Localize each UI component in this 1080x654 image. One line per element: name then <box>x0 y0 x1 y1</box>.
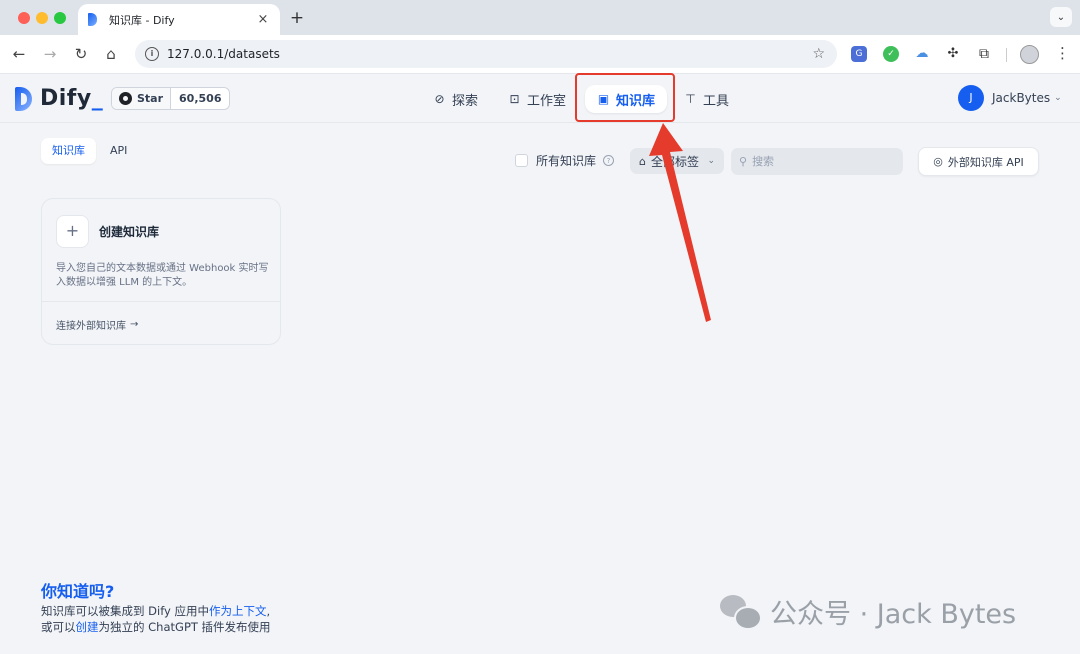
card-divider <box>42 301 280 302</box>
tips-line1-prefix: 知识库可以被集成到 Dify 应用中 <box>41 604 210 618</box>
all-knowledge-filter[interactable]: 所有知识库 ? <box>515 152 615 169</box>
reload-button[interactable]: ↻ <box>71 44 91 64</box>
github-icon <box>119 92 132 105</box>
github-star-label: Star <box>137 92 164 105</box>
forward-button[interactable]: → <box>40 44 60 64</box>
dify-logo-mark-icon <box>15 86 35 111</box>
tips-title: 你知道吗? <box>41 582 115 601</box>
all-knowledge-label: 所有知识库 <box>536 154 597 168</box>
compass-icon: ⊘ <box>434 92 445 106</box>
connect-external-label: 连接外部知识库 <box>56 321 126 332</box>
maximize-window-button[interactable] <box>54 12 66 24</box>
create-knowledge-title: 创建知识库 <box>99 225 160 239</box>
tips-line-1: 知识库可以被集成到 Dify 应用中作为上下文, <box>41 603 270 619</box>
home-button[interactable]: ⌂ <box>101 44 121 64</box>
api-link-icon: ◎ <box>933 155 943 168</box>
dify-favicon-icon <box>88 13 100 26</box>
tab-knowledge[interactable]: 知识库 <box>41 138 96 164</box>
user-avatar: J <box>958 85 984 111</box>
profile-avatar[interactable] <box>1020 45 1039 64</box>
chevron-down-icon: ⌄ <box>707 156 715 166</box>
arrow-right-icon: → <box>130 319 139 330</box>
as-context-link[interactable]: 作为上下文 <box>209 604 267 618</box>
extensions-puzzle-icon[interactable]: ⧉ <box>976 46 992 62</box>
create-plugin-link[interactable]: 创建 <box>76 620 99 634</box>
user-name: JackBytes <box>992 91 1051 105</box>
browser-toolbar: ← → ↻ ⌂ i 127.0.0.1/datasets ☆ G ✓ ☁ ✣ ⧉… <box>0 35 1080 74</box>
nav-tools-label: 工具 <box>703 93 730 109</box>
external-api-label: 外部知识库 API <box>947 155 1024 169</box>
tab-title: 知识库 - Dify <box>109 13 175 27</box>
create-knowledge-card[interactable]: + 创建知识库 导入您自己的文本数据或通过 Webhook 实时写入数据以增强 … <box>41 198 281 345</box>
wechat-icon <box>720 594 762 630</box>
green-extension-icon[interactable]: ✓ <box>883 46 899 62</box>
tag-icon: ⌂ <box>639 154 646 168</box>
nav-studio[interactable]: ⊡ 工作室 <box>508 87 566 111</box>
annotation-highlight-box <box>575 73 675 122</box>
hammer-icon: ⊤ <box>685 92 696 106</box>
plus-icon: + <box>56 215 89 248</box>
new-tab-button[interactable]: + <box>289 8 305 28</box>
create-knowledge-description: 导入您自己的文本数据或通过 Webhook 实时写入数据以增强 LLM 的上下文… <box>56 263 269 288</box>
minimize-window-button[interactable] <box>36 12 48 24</box>
all-knowledge-checkbox[interactable] <box>515 154 528 167</box>
connect-external-knowledge-link[interactable]: 连接外部知识库 → <box>56 317 138 332</box>
robot-icon: ⊡ <box>509 92 520 106</box>
user-menu[interactable]: J JackBytes ⌄ <box>958 85 1062 111</box>
bookmark-star-icon[interactable]: ☆ <box>812 46 825 62</box>
tips-line-2: 或可以创建为独立的 ChatGPT 插件发布使用 <box>41 619 271 635</box>
tab-api[interactable]: API <box>99 138 138 164</box>
create-card-header: + 创建知识库 <box>56 215 159 248</box>
watermark-text: 公众号 · Jack Bytes <box>770 599 1017 630</box>
github-star-count: 60,506 <box>179 92 222 105</box>
fan-extension-icon[interactable]: ✣ <box>945 46 961 62</box>
help-circle-icon[interactable]: ? <box>603 155 615 166</box>
logo-suffix: _ <box>91 86 103 111</box>
tips-line2-prefix: 或可以 <box>41 620 76 634</box>
github-star-label-section: Star <box>112 88 172 109</box>
translate-extension-icon[interactable]: G <box>851 46 867 62</box>
nav-explore-label: 探索 <box>452 93 479 109</box>
site-info-icon[interactable]: i <box>145 47 159 61</box>
tag-filter-dropdown[interactable]: ⌂ 全部标签 ⌄ <box>630 148 724 174</box>
tips-line2-suffix: 为独立的 ChatGPT 插件发布使用 <box>98 620 271 634</box>
browser-menu-icon[interactable]: ⋮ <box>1055 44 1070 62</box>
search-input[interactable] <box>752 155 893 168</box>
chevron-down-icon: ⌄ <box>1054 93 1062 103</box>
address-bar[interactable]: i 127.0.0.1/datasets ☆ <box>135 40 837 68</box>
nav-studio-label: 工作室 <box>527 93 567 109</box>
cloud-extension-icon[interactable]: ☁ <box>914 46 930 62</box>
search-box[interactable]: ⚲ <box>731 148 903 175</box>
browser-titlebar: 知识库 - Dify × + ⌄ <box>0 0 1080 35</box>
search-icon: ⚲ <box>739 155 748 168</box>
url-text[interactable]: 127.0.0.1/datasets <box>167 47 812 61</box>
github-star-badge[interactable]: Star 60,506 <box>111 87 231 110</box>
tag-filter-label: 全部标签 <box>650 154 699 169</box>
tab-close-icon[interactable]: × <box>256 12 270 27</box>
dify-logo[interactable]: Dify _ <box>15 86 103 111</box>
wechat-watermark: 公众号 · Jack Bytes <box>720 592 1016 631</box>
back-button[interactable]: ← <box>9 44 29 64</box>
toolbar-divider <box>1006 48 1007 62</box>
tab-search-button[interactable]: ⌄ <box>1050 7 1072 27</box>
external-knowledge-api-button[interactable]: ◎ 外部知识库 API <box>918 147 1039 176</box>
tips-line1-suffix: , <box>266 604 271 618</box>
close-window-button[interactable] <box>18 12 30 24</box>
browser-tab[interactable]: 知识库 - Dify × <box>78 4 280 35</box>
nav-tools[interactable]: ⊤ 工具 <box>684 87 729 111</box>
nav-explore[interactable]: ⊘ 探索 <box>433 87 478 111</box>
chevron-down-icon: ⌄ <box>1056 11 1066 23</box>
logo-text: Dify <box>40 86 92 111</box>
